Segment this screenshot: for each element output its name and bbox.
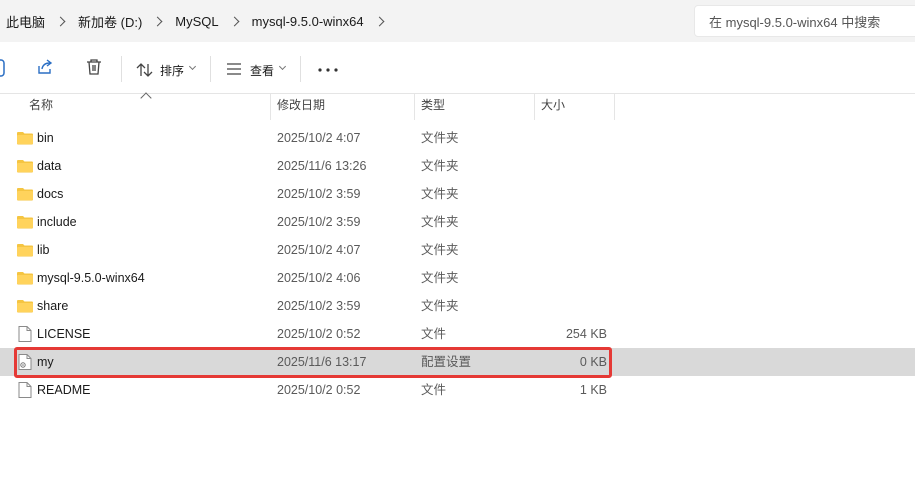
file-size bbox=[536, 208, 607, 236]
delete-icon[interactable] bbox=[85, 58, 103, 76]
file-row[interactable]: bin 2025/10/2 4:07 文件夹 bbox=[0, 124, 915, 152]
view-icon[interactable] bbox=[226, 63, 242, 75]
file-icon bbox=[18, 382, 32, 401]
file-type: 配置设置 bbox=[421, 355, 472, 369]
file-date: 2025/10/2 3:59 bbox=[277, 299, 361, 313]
chevron-right-icon[interactable] bbox=[374, 16, 385, 26]
toolbar-divider bbox=[121, 56, 122, 82]
file-size bbox=[536, 152, 607, 180]
file-name: include bbox=[37, 215, 77, 229]
share-icon[interactable] bbox=[36, 58, 54, 76]
column-header-type[interactable]: 类型 bbox=[421, 94, 445, 120]
file-type: 文件夹 bbox=[421, 159, 459, 173]
file-date: 2025/10/2 4:07 bbox=[277, 243, 361, 257]
chevron-right-icon bbox=[229, 16, 240, 26]
file-row[interactable]: mysql-9.5.0-winx64 2025/10/2 4:06 文件夹 bbox=[0, 264, 915, 292]
folder-icon bbox=[17, 215, 33, 232]
file-type: 文件夹 bbox=[421, 243, 459, 257]
file-name: LICENSE bbox=[37, 327, 91, 341]
breadcrumb[interactable]: 此电脑 新加卷 (D:) MySQL mysql-9.5.0-winx64 bbox=[0, 4, 686, 38]
column-divider[interactable] bbox=[614, 94, 615, 120]
folder-icon bbox=[17, 299, 33, 316]
breadcrumb-drive-d[interactable]: 新加卷 (D:) bbox=[78, 12, 142, 31]
file-type: 文件 bbox=[421, 327, 447, 341]
file-size: 254 KB bbox=[565, 327, 607, 341]
chevron-right-icon bbox=[55, 16, 66, 26]
file-name: mysql-9.5.0-winx64 bbox=[37, 271, 145, 285]
file-size bbox=[536, 264, 607, 292]
more-icon[interactable] bbox=[318, 68, 338, 72]
file-row[interactable]: include 2025/10/2 3:59 文件夹 bbox=[0, 208, 915, 236]
file-icon bbox=[18, 326, 32, 345]
column-header-size[interactable]: 大小 bbox=[541, 94, 565, 120]
search-input[interactable]: 在 mysql-9.5.0-winx64 中搜索 bbox=[694, 5, 915, 37]
config-file-icon bbox=[18, 354, 32, 373]
column-header-row: 名称 修改日期 类型 大小 bbox=[0, 92, 915, 120]
file-date: 2025/10/2 0:52 bbox=[277, 383, 361, 397]
file-type: 文件夹 bbox=[421, 131, 459, 145]
column-divider[interactable] bbox=[414, 94, 415, 120]
column-divider[interactable] bbox=[270, 94, 271, 120]
column-header-date[interactable]: 修改日期 bbox=[277, 94, 325, 120]
file-date: 2025/10/2 3:59 bbox=[277, 215, 361, 229]
sort-icon[interactable] bbox=[136, 62, 154, 78]
file-name: docs bbox=[37, 187, 64, 201]
toolbar-divider bbox=[210, 56, 211, 82]
file-size bbox=[536, 124, 607, 152]
file-name: bin bbox=[37, 131, 54, 145]
file-date: 2025/11/6 13:17 bbox=[277, 355, 367, 369]
file-row[interactable]: data 2025/11/6 13:26 文件夹 bbox=[0, 152, 915, 180]
toolbar-divider bbox=[300, 56, 301, 82]
file-type: 文件 bbox=[421, 383, 447, 397]
chevron-right-icon bbox=[152, 16, 163, 26]
file-list: bin 2025/10/2 4:07 文件夹 data 2025/11/6 13:26 文… bbox=[0, 124, 915, 404]
folder-icon bbox=[17, 243, 33, 260]
file-date: 2025/10/2 4:07 bbox=[277, 131, 361, 145]
file-type: 文件夹 bbox=[421, 271, 459, 285]
file-name: data bbox=[37, 159, 62, 173]
file-date: 2025/11/6 13:26 bbox=[277, 159, 367, 173]
file-size bbox=[536, 180, 607, 208]
copy-icon[interactable] bbox=[0, 58, 8, 78]
file-name: share bbox=[37, 299, 69, 313]
breadcrumb-this-pc[interactable]: 此电脑 bbox=[6, 12, 45, 31]
chevron-down-icon bbox=[188, 62, 197, 71]
folder-icon bbox=[17, 271, 33, 288]
file-row[interactable]: LICENSE 2025/10/2 0:52 文件 254 KB bbox=[0, 320, 915, 348]
column-header-name[interactable]: 名称 bbox=[29, 94, 53, 120]
file-row[interactable]: lib 2025/10/2 4:07 文件夹 bbox=[0, 236, 915, 264]
file-type: 文件夹 bbox=[421, 187, 459, 201]
file-date: 2025/10/2 4:06 bbox=[277, 271, 361, 285]
file-type: 文件夹 bbox=[421, 215, 459, 229]
sort-button[interactable]: 排序 bbox=[160, 62, 184, 79]
file-date: 2025/10/2 3:59 bbox=[277, 187, 361, 201]
breadcrumb-mysql[interactable]: MySQL bbox=[175, 14, 218, 29]
address-bar: 此电脑 新加卷 (D:) MySQL mysql-9.5.0-winx64 在 … bbox=[0, 0, 915, 42]
sort-ascending-icon bbox=[140, 92, 152, 104]
file-size: 1 KB bbox=[579, 383, 607, 397]
file-row[interactable]: docs 2025/10/2 3:59 文件夹 bbox=[0, 180, 915, 208]
file-date: 2025/10/2 0:52 bbox=[277, 327, 361, 341]
chevron-down-icon bbox=[278, 62, 287, 71]
breadcrumb-mysql-winx64[interactable]: mysql-9.5.0-winx64 bbox=[252, 14, 364, 29]
folder-icon bbox=[17, 159, 33, 176]
file-name: README bbox=[37, 383, 91, 397]
view-button[interactable]: 查看 bbox=[250, 62, 274, 79]
column-divider[interactable] bbox=[534, 94, 535, 120]
file-row[interactable]: my 2025/11/6 13:17 配置设置 0 KB bbox=[0, 348, 915, 376]
file-name: lib bbox=[37, 243, 50, 257]
folder-icon bbox=[17, 187, 33, 204]
file-type: 文件夹 bbox=[421, 299, 459, 313]
file-size: 0 KB bbox=[579, 355, 607, 369]
file-name: my bbox=[37, 355, 54, 369]
file-size bbox=[536, 236, 607, 264]
command-bar: 排序 查看 bbox=[0, 42, 915, 94]
file-size bbox=[536, 292, 607, 320]
folder-icon bbox=[17, 131, 33, 148]
file-row[interactable]: share 2025/10/2 3:59 文件夹 bbox=[0, 292, 915, 320]
file-row[interactable]: README 2025/10/2 0:52 文件 1 KB bbox=[0, 376, 915, 404]
